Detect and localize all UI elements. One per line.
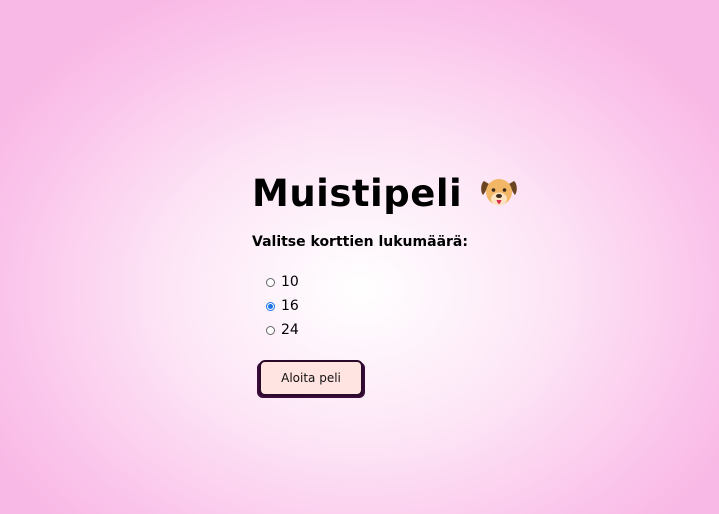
option-16[interactable]: 16 [266,294,552,318]
radio-10[interactable] [266,277,275,287]
option-10[interactable]: 10 [266,270,552,294]
dog-face-icon [480,175,518,211]
page-title: Muistipeli [252,171,463,215]
start-game-button[interactable]: Aloita peli [259,360,363,396]
option-label: 24 [281,322,299,338]
title-row: Muistipeli [252,168,552,218]
option-label: 16 [281,298,299,314]
option-label: 10 [281,274,299,290]
card-count-options: 10 16 24 [266,270,552,342]
card-count-prompt: Valitse korttien lukumäärä: [252,234,468,250]
radio-16[interactable] [266,301,275,311]
radio-24[interactable] [266,325,275,335]
option-24[interactable]: 24 [266,318,552,342]
game-menu: Muistipeli Valitse korttien lukumäärä: 1… [252,168,552,396]
